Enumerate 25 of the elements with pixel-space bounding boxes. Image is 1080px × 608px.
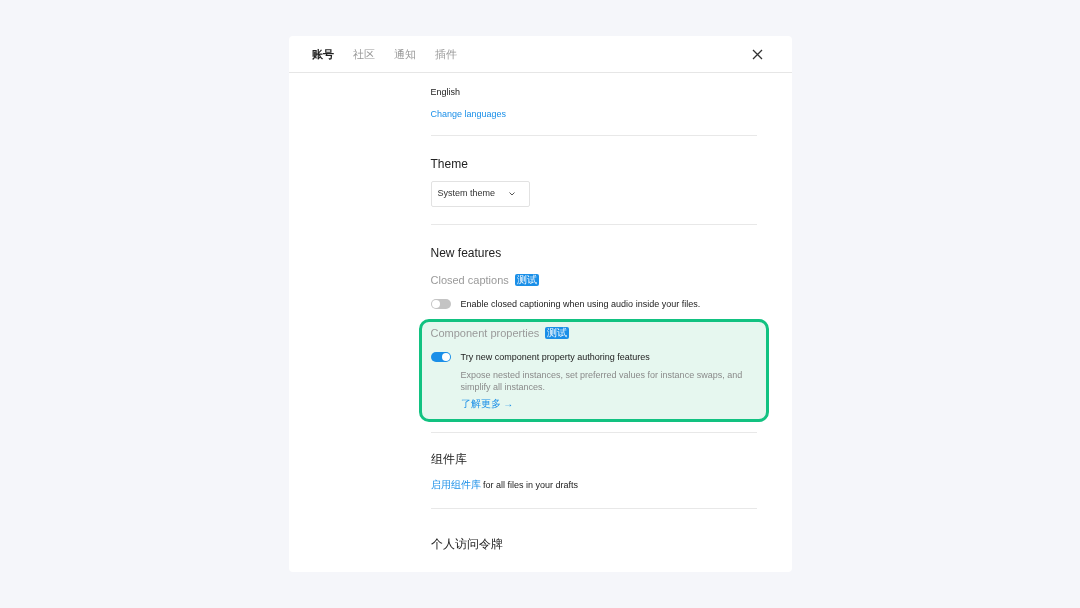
close-icon[interactable]	[751, 48, 763, 60]
tab[interactable]: 社区	[352, 45, 375, 63]
beta-tag: 测试	[545, 327, 570, 340]
section-title: 组件库	[430, 451, 468, 468]
tab[interactable]: 账号	[311, 45, 334, 63]
toggle-switch[interactable]	[430, 299, 451, 310]
beta-tag: 测试	[514, 274, 539, 287]
toggle-label: Enable closed captioning when using audio inside your files.	[460, 297, 701, 311]
theme-dropdown[interactable]: System theme	[430, 181, 530, 207]
learn-more-link[interactable]: 了解更多 →	[460, 396, 514, 411]
tab[interactable]: 插件	[434, 45, 457, 63]
section-title: Theme	[430, 156, 469, 173]
toggle-switch[interactable]	[430, 352, 451, 363]
change-languages-link[interactable]: Change languages	[430, 107, 507, 121]
language-value: English	[430, 86, 462, 99]
tab[interactable]: 通知	[393, 45, 416, 63]
chevron-down-icon	[509, 192, 516, 196]
section-title: 个人访问令牌	[430, 536, 503, 551]
library-sentence: 启用组件库 for all files in your drafts	[430, 478, 580, 492]
feature-name: Closed captions	[430, 273, 509, 288]
section-title: New features	[430, 245, 503, 262]
toggle-label: Try new component property authoring features	[460, 350, 650, 364]
feature-description: Expose nested instances, set preferred values for instance swaps, and simplify all instances.	[459, 369, 744, 393]
enable-library-link[interactable]: 启用组件库	[430, 479, 481, 490]
feature-name: Component properties	[430, 326, 540, 341]
